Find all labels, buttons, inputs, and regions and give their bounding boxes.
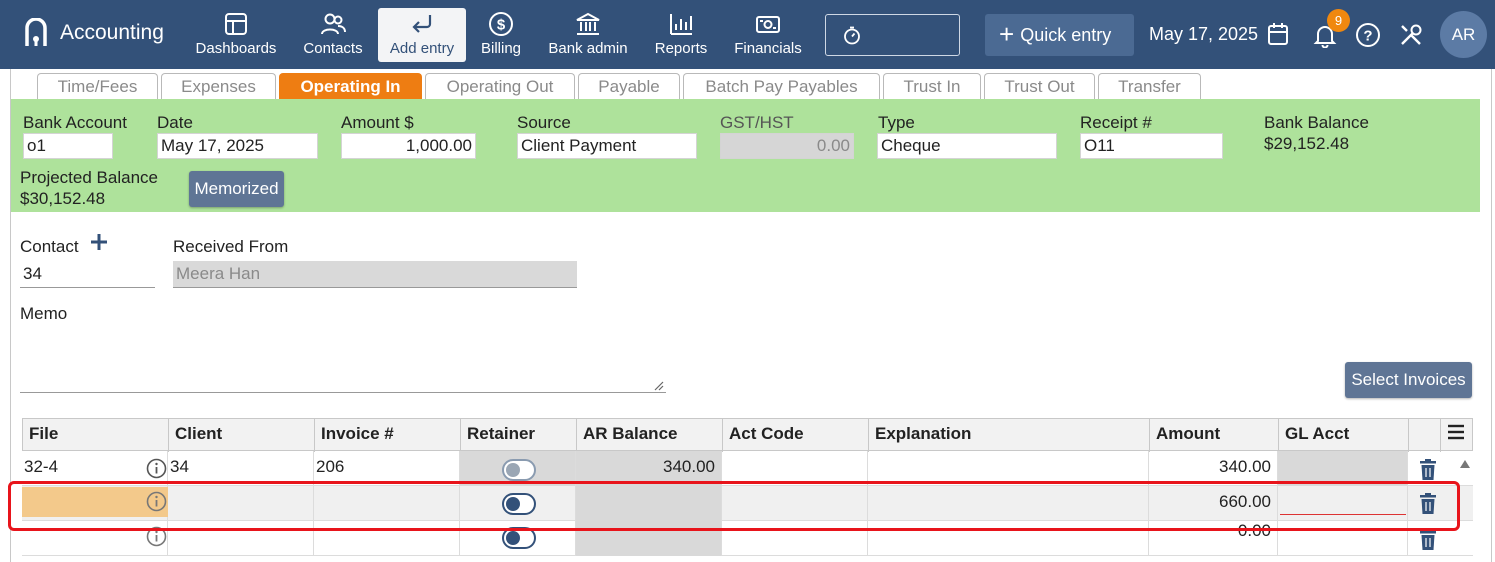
svg-text:$: $ (497, 17, 506, 34)
amount-input[interactable] (341, 133, 476, 159)
select-invoices-button[interactable]: Select Invoices (1345, 362, 1472, 398)
help-icon[interactable]: ? (1355, 22, 1381, 48)
scroll-up-arrow-icon[interactable] (1459, 459, 1471, 469)
nav-label: Bank admin (548, 40, 628, 57)
reports-icon (670, 14, 692, 35)
projected-balance-label: Projected Balance (20, 168, 158, 187)
tab-operating-out[interactable]: Operating Out (425, 73, 575, 99)
user-avatar[interactable]: AR (1440, 11, 1487, 58)
contacts-icon (321, 13, 346, 35)
type-select[interactable] (877, 133, 1057, 159)
selected-row-highlight (8, 481, 1460, 531)
nav-financials[interactable]: Financials (730, 8, 806, 62)
timer-widget[interactable] (825, 14, 960, 56)
trash-icon[interactable] (1419, 529, 1437, 551)
table-header: File Client Invoice # Retainer AR Balanc… (22, 418, 1473, 452)
billing-icon: $ (489, 12, 513, 36)
trash-icon[interactable] (1419, 459, 1437, 481)
type-label: Type (878, 113, 915, 132)
nav-reports[interactable]: Reports (650, 8, 712, 62)
tab-trust-in[interactable]: Trust In (883, 73, 981, 99)
tab-time-fees[interactable]: Time/Fees (37, 73, 158, 99)
bank-icon (576, 12, 600, 35)
notification-badge[interactable]: 9 (1327, 9, 1350, 32)
calendar-icon[interactable] (1267, 22, 1289, 46)
column-header-act-code[interactable]: Act Code (723, 419, 869, 452)
financials-icon (756, 16, 780, 33)
info-icon[interactable] (146, 458, 167, 479)
app-brand[interactable]: Accounting (24, 18, 164, 48)
bank-balance-label: Bank Balance (1264, 113, 1369, 132)
received-from-label: Received From (173, 237, 289, 256)
plus-icon: + (999, 19, 1015, 49)
date-label: Date (157, 113, 193, 132)
receipt-input[interactable] (1080, 133, 1223, 159)
nav-label: Billing (480, 40, 522, 57)
nav-billing[interactable]: $ Billing (476, 8, 526, 62)
tools-icon[interactable] (1398, 22, 1424, 48)
column-header-file[interactable]: File (23, 419, 169, 452)
memo-textarea[interactable] (20, 330, 666, 393)
stopwatch-icon (844, 26, 860, 45)
nav-label: Contacts (303, 40, 363, 57)
source-input[interactable] (517, 133, 697, 159)
bank-balance-value: $29,152.48 (1264, 134, 1350, 153)
toggle-knob (506, 463, 520, 477)
column-header-explanation[interactable]: Explanation (869, 419, 1150, 452)
received-from-input (173, 261, 577, 288)
memo-label: Memo (20, 304, 68, 323)
column-header-invoice[interactable]: Invoice # (315, 419, 461, 452)
memorized-button[interactable]: Memorized (189, 171, 284, 207)
nav-dashboards[interactable]: Dashboards (190, 8, 282, 62)
gst-label: GST/HST (720, 113, 794, 132)
tab-expenses[interactable]: Expenses (161, 73, 276, 99)
gst-input (720, 133, 854, 159)
nav-add-entry[interactable]: Add entry (378, 8, 466, 62)
entry-type-tabs: Time/Fees Expenses Operating In Operatin… (37, 73, 1201, 99)
tab-payable[interactable]: Payable (578, 73, 680, 99)
retainer-toggle[interactable] (502, 459, 536, 481)
column-header-ar-balance[interactable]: AR Balance (577, 419, 723, 452)
quick-entry-button[interactable]: + Quick entry (985, 14, 1134, 56)
nav-label: Add entry (389, 40, 455, 57)
bank-account-label: Bank Account (23, 113, 127, 132)
projected-balance-value: $30,152.48 (20, 189, 106, 208)
app-title: Accounting (60, 21, 164, 44)
column-header-amount[interactable]: Amount (1150, 419, 1279, 452)
column-header-retainer[interactable]: Retainer (461, 419, 577, 452)
column-header-client[interactable]: Client (169, 419, 315, 452)
add-contact-icon[interactable] (90, 233, 108, 251)
svg-text:?: ? (1363, 28, 1372, 45)
add-entry-icon (412, 15, 432, 33)
tab-batch-pay-payables[interactable]: Batch Pay Payables (683, 73, 880, 99)
contact-input[interactable] (20, 260, 155, 288)
current-date: May 17, 2025 (1149, 24, 1259, 44)
date-input[interactable] (157, 133, 318, 159)
column-header-actions (1409, 419, 1441, 452)
resize-grip-icon[interactable] (654, 381, 664, 391)
nav-label: Dashboards (195, 40, 277, 57)
nav-label: Reports (654, 40, 708, 57)
nav-bank-admin[interactable]: Bank admin (542, 8, 634, 62)
top-navigation-bar: Accounting Dashboards Contacts Add entry… (0, 0, 1495, 69)
tab-operating-in[interactable]: Operating In (279, 73, 422, 99)
quick-entry-label: Quick entry (1020, 24, 1112, 45)
dashboards-icon (225, 13, 247, 35)
tab-transfer[interactable]: Transfer (1098, 73, 1201, 99)
app-logo-icon (25, 18, 47, 46)
nav-contacts[interactable]: Contacts (298, 8, 368, 62)
tab-trust-out[interactable]: Trust Out (984, 73, 1095, 99)
contact-label: Contact (20, 237, 79, 256)
amount-label: Amount $ (341, 113, 414, 132)
toggle-knob (506, 531, 520, 545)
column-header-gl-acct[interactable]: GL Acct (1279, 419, 1409, 452)
column-menu-icon[interactable] (1447, 424, 1465, 440)
bank-account-input[interactable] (23, 133, 113, 159)
receipt-label: Receipt # (1080, 113, 1152, 132)
nav-label: Financials (734, 40, 802, 57)
source-label: Source (517, 113, 571, 132)
